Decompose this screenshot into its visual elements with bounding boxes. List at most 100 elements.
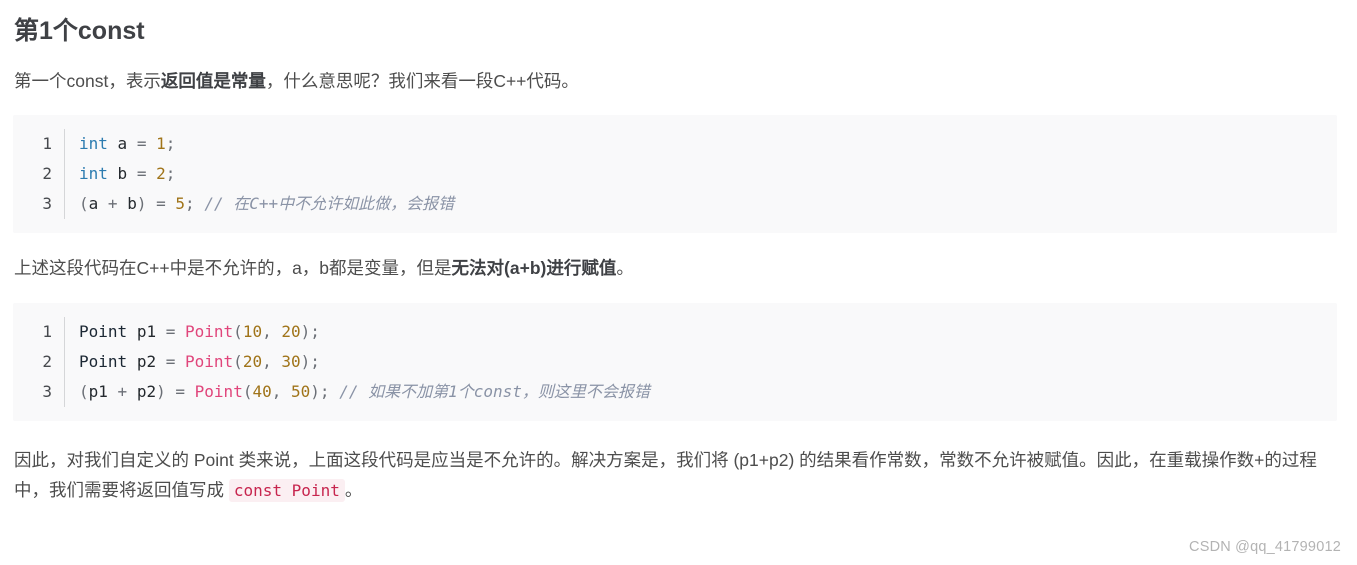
code-token-op: = bbox=[175, 382, 186, 401]
code-line-content: Point p2 = Point(20, 30); bbox=[79, 347, 320, 377]
code-token-ident: p2 bbox=[136, 352, 157, 371]
article-page: 第1个const 第一个const，表示返回值是常量，什么意思呢？我们来看一段C… bbox=[0, 0, 1357, 565]
code-token-punct: ( bbox=[79, 382, 89, 401]
code-line-number: 3 bbox=[13, 189, 65, 219]
code-token-punct: ; bbox=[185, 194, 195, 213]
code-token-type: Point bbox=[79, 322, 128, 341]
code-line-number: 1 bbox=[13, 129, 65, 159]
code-token-punct: ; bbox=[310, 352, 320, 371]
code-token-punct: ; bbox=[319, 382, 330, 401]
code-token-comment: // 在C++中不允许如此做，会报错 bbox=[204, 194, 455, 213]
code-token-num: 10 bbox=[242, 322, 263, 341]
code-token-punct: ) bbox=[300, 352, 311, 371]
code-line-content: int a = 1; bbox=[79, 129, 175, 159]
paragraph-intro: 第一个const，表示返回值是常量，什么意思呢？我们来看一段C++代码。 bbox=[0, 48, 1357, 96]
paragraph-mid: 上述这段代码在C++中是不允许的，a，b都是变量，但是无法对(a+b)进行赋值。 bbox=[0, 233, 1357, 283]
code-token-ident: a bbox=[88, 194, 99, 213]
paragraph-mid-emphasis: 无法对(a+b)进行赋值 bbox=[451, 258, 617, 278]
code-token-num: 30 bbox=[281, 352, 301, 371]
code-token-ident: b bbox=[127, 194, 137, 213]
code-token-punct: , bbox=[262, 322, 282, 341]
code-token-punct: ( bbox=[79, 194, 89, 213]
code-line-number: 3 bbox=[13, 377, 65, 407]
code-block-cpp-1[interactable]: 1 int a = 1; 2 int b = 2; 3 (a + b) = 5; // 在… bbox=[13, 115, 1337, 233]
code-token-fn: Point bbox=[194, 382, 243, 401]
code-token-num: 2 bbox=[156, 164, 166, 183]
code-token-op: = bbox=[165, 352, 176, 371]
code-line-number: 2 bbox=[13, 159, 65, 189]
code-line-number: 2 bbox=[13, 347, 65, 377]
code-token-kw: int bbox=[79, 164, 108, 183]
code-block-cpp-2[interactable]: 1 Point p1 = Point(10, 20); 2 Point p2 = Po… bbox=[13, 303, 1337, 421]
code-token-num: 20 bbox=[281, 322, 301, 341]
code-token-op: = bbox=[156, 194, 166, 213]
code-token-punct: ; bbox=[165, 164, 176, 183]
code-token-punct: ; bbox=[310, 322, 320, 341]
code-line-number: 1 bbox=[13, 317, 65, 347]
page-title: 第1个const bbox=[14, 17, 145, 45]
code-line: 3 (p1 + p2) = Point(40, 50); // 如果不加第1个co… bbox=[13, 377, 1337, 407]
paragraph-final-part2: 。 bbox=[344, 480, 363, 500]
code-token-punct: ; bbox=[165, 134, 176, 153]
code-token-num: 5 bbox=[175, 194, 186, 213]
code-token-num: 40 bbox=[252, 382, 272, 401]
paragraph-mid-part1: 上述这段代码在C++中是不允许的，a，b都是变量，但是 bbox=[14, 258, 452, 278]
code-token-comment: // 如果不加第1个const，则这里不会报错 bbox=[339, 382, 650, 401]
code-token-fn: Point bbox=[185, 352, 234, 371]
code-token-kw: int bbox=[79, 134, 108, 153]
code-token-op: + bbox=[117, 382, 128, 401]
code-line: 3 (a + b) = 5; // 在C++中不允许如此做，会报错 bbox=[13, 189, 1337, 219]
paragraph-final: 因此，对我们自定义的 Point 类来说，上面这段代码是应当是不允许的。解决方案… bbox=[0, 421, 1357, 506]
paragraph-mid-part2: 。 bbox=[616, 258, 634, 278]
code-token-ident: p1 bbox=[136, 322, 157, 341]
code-token-ident: b bbox=[117, 164, 128, 183]
paragraph-intro-part1: 第一个const，表示 bbox=[14, 71, 161, 91]
code-token-ident: p2 bbox=[136, 382, 157, 401]
code-token-ident: p1 bbox=[88, 382, 108, 401]
code-token-num: 1 bbox=[156, 134, 166, 153]
code-token-punct: ( bbox=[233, 352, 243, 371]
code-token-type: Point bbox=[79, 352, 128, 371]
code-token-num: 20 bbox=[242, 352, 263, 371]
code-line: 2 Point p2 = Point(20, 30); bbox=[13, 347, 1337, 377]
code-line-content: Point p1 = Point(10, 20); bbox=[79, 317, 320, 347]
inline-code-const-point: const Point bbox=[228, 479, 345, 502]
code-line: 1 int a = 1; bbox=[13, 129, 1337, 159]
code-token-punct: ) bbox=[300, 322, 311, 341]
code-token-punct: , bbox=[271, 382, 291, 401]
code-token-punct: , bbox=[262, 352, 282, 371]
code-token-fn: Point bbox=[185, 322, 234, 341]
code-line-content: int b = 2; bbox=[79, 159, 175, 189]
csdn-watermark: CSDN @qq_41799012 bbox=[1189, 539, 1341, 555]
code-token-op: + bbox=[107, 194, 118, 213]
code-token-punct: ) bbox=[156, 382, 166, 401]
code-token-punct: ( bbox=[233, 322, 243, 341]
code-line-content: (p1 + p2) = Point(40, 50); // 如果不加第1个con… bbox=[79, 377, 650, 407]
code-token-ident: a bbox=[117, 134, 128, 153]
code-line: 2 int b = 2; bbox=[13, 159, 1337, 189]
paragraph-intro-emphasis: 返回值是常量 bbox=[160, 71, 266, 91]
code-token-op: = bbox=[165, 322, 176, 341]
code-line-content: (a + b) = 5; // 在C++中不允许如此做，会报错 bbox=[79, 189, 454, 219]
